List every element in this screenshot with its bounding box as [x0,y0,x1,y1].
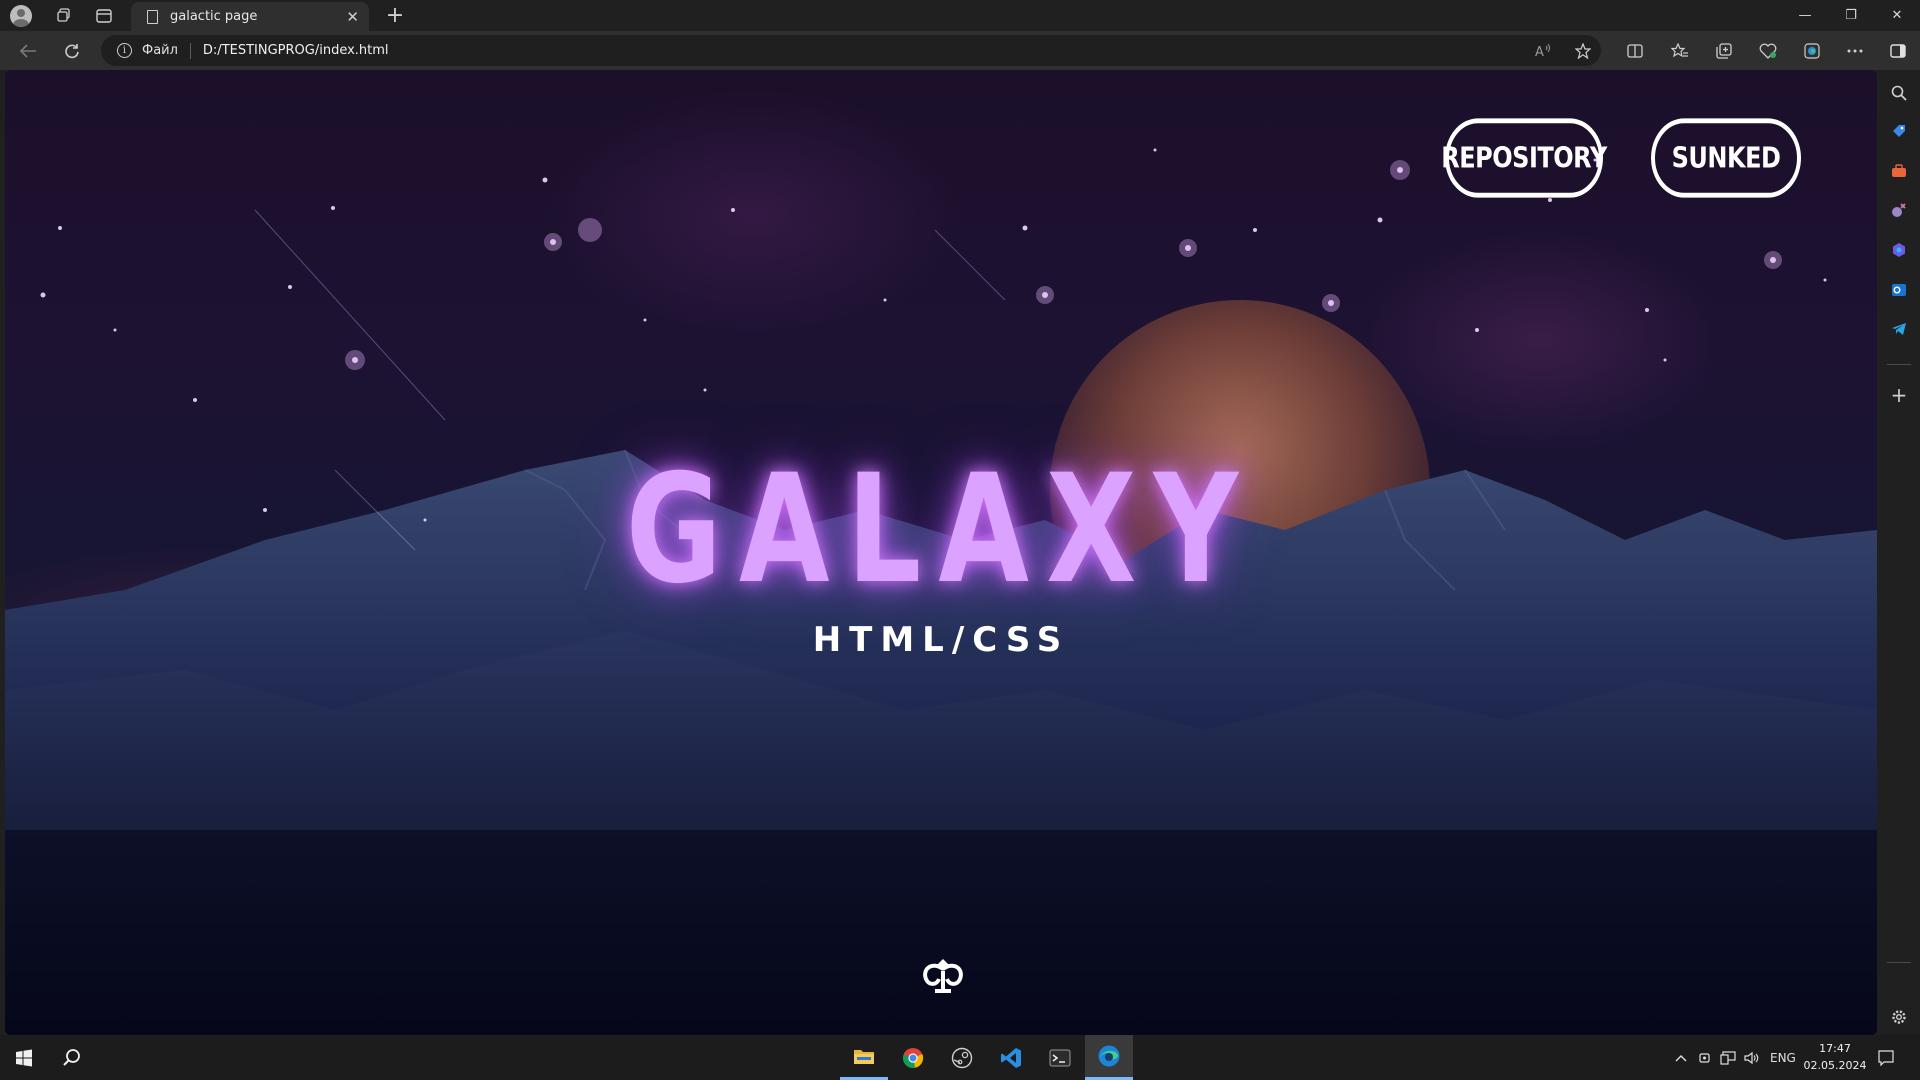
copilot-icon[interactable] [1888,239,1910,261]
meeting-icon[interactable] [1698,1035,1712,1080]
scheme-label: Файл [142,43,178,58]
more-icon[interactable] [1839,35,1871,67]
restore-button[interactable]: ❐ [1828,0,1874,31]
browser-tab-bar: galactic page ✕ + — ❐ ✕ [0,0,1920,31]
search-icon[interactable] [1888,82,1910,104]
repository-button[interactable]: REPOSITORY [1441,118,1607,198]
sidebar-divider [1887,364,1911,365]
favorites-icon[interactable] [1664,35,1696,67]
steam-icon[interactable] [938,1035,986,1080]
chrome-icon[interactable] [889,1035,937,1080]
notifications-icon[interactable] [1878,1035,1894,1080]
close-button[interactable]: ✕ [1874,0,1920,31]
windows-taskbar: ENG 17:47 02.05.2024 [0,1035,1920,1080]
url-text[interactable]: D:/TESTINGPROG/index.html [203,43,389,58]
add-icon[interactable]: + [1888,383,1910,407]
hero: GALAXY [5,455,1877,605]
back-arrow-icon[interactable] [10,35,46,67]
refresh-icon[interactable] [54,35,90,67]
clock-time: 17:47 [1819,1042,1851,1055]
workspaces-icon[interactable] [42,0,86,31]
tools-icon[interactable] [1888,160,1910,182]
browser-sidebar: + [1877,70,1920,1035]
address-bar[interactable]: i Файл D:/TESTINGPROG/index.html [101,35,1601,66]
collections-icon[interactable] [1708,35,1740,67]
favorite-star-icon[interactable] [1567,35,1599,67]
svg-text:A: A [1535,45,1544,59]
minimize-button[interactable]: — [1782,0,1828,31]
copilot-icon[interactable] [1796,35,1828,67]
read-aloud-icon[interactable]: A [1527,35,1559,67]
desktop-screen: galactic page ✕ + — ❐ ✕ i Файл D:/TESTIN… [0,0,1920,1080]
show-hidden-icons-icon[interactable] [1674,1035,1688,1080]
shopping-tag-icon[interactable] [1888,120,1910,142]
address-divider [189,42,191,59]
tab-galactic-page[interactable]: galactic page ✕ [131,2,369,31]
language-indicator[interactable]: ENG [1770,1035,1796,1080]
new-tab-button[interactable]: + [380,0,410,31]
browser-toolbar: i Файл D:/TESTINGPROG/index.html A [0,31,1920,70]
site-info-icon[interactable]: i [117,43,132,58]
vertical-tabs-icon[interactable] [82,0,126,31]
windows-start-icon[interactable] [0,1035,48,1080]
sidebar-divider-bottom [1887,962,1911,963]
vscode-icon[interactable] [987,1035,1035,1080]
settings-icon[interactable] [1888,1006,1910,1028]
games-icon[interactable] [1888,199,1910,221]
clock-date: 02.05.2024 [1803,1059,1867,1072]
tab-title: galactic page [170,9,258,24]
volume-icon[interactable] [1744,1035,1760,1080]
split-screen-icon[interactable] [1619,35,1651,67]
outlook-icon[interactable] [1888,279,1910,301]
sidebar-toggle-icon[interactable] [1882,35,1914,67]
system-clock[interactable]: 17:47 02.05.2024 [1800,1040,1870,1074]
telegram-icon[interactable] [1888,318,1910,340]
file-explorer-icon[interactable] [840,1035,888,1080]
network-icon[interactable] [1720,1035,1736,1080]
brand-logo-icon[interactable] [920,955,966,995]
profile-avatar-icon[interactable] [10,4,32,27]
sunked-button[interactable]: SUNKED [1651,118,1801,198]
hero-title: GALAXY [626,443,1256,617]
search-icon[interactable] [48,1035,96,1080]
edge-icon[interactable] [1085,1035,1133,1080]
hero-subtitle: HTML/CSS [812,620,1070,660]
performance-icon[interactable] [1752,35,1784,67]
tab-close-icon[interactable]: ✕ [346,8,359,26]
terminal-icon[interactable] [1036,1035,1084,1080]
page-viewport: REPOSITORY SUNKED GALAXY HTML/CSS [5,70,1877,1035]
page-icon [147,9,158,24]
